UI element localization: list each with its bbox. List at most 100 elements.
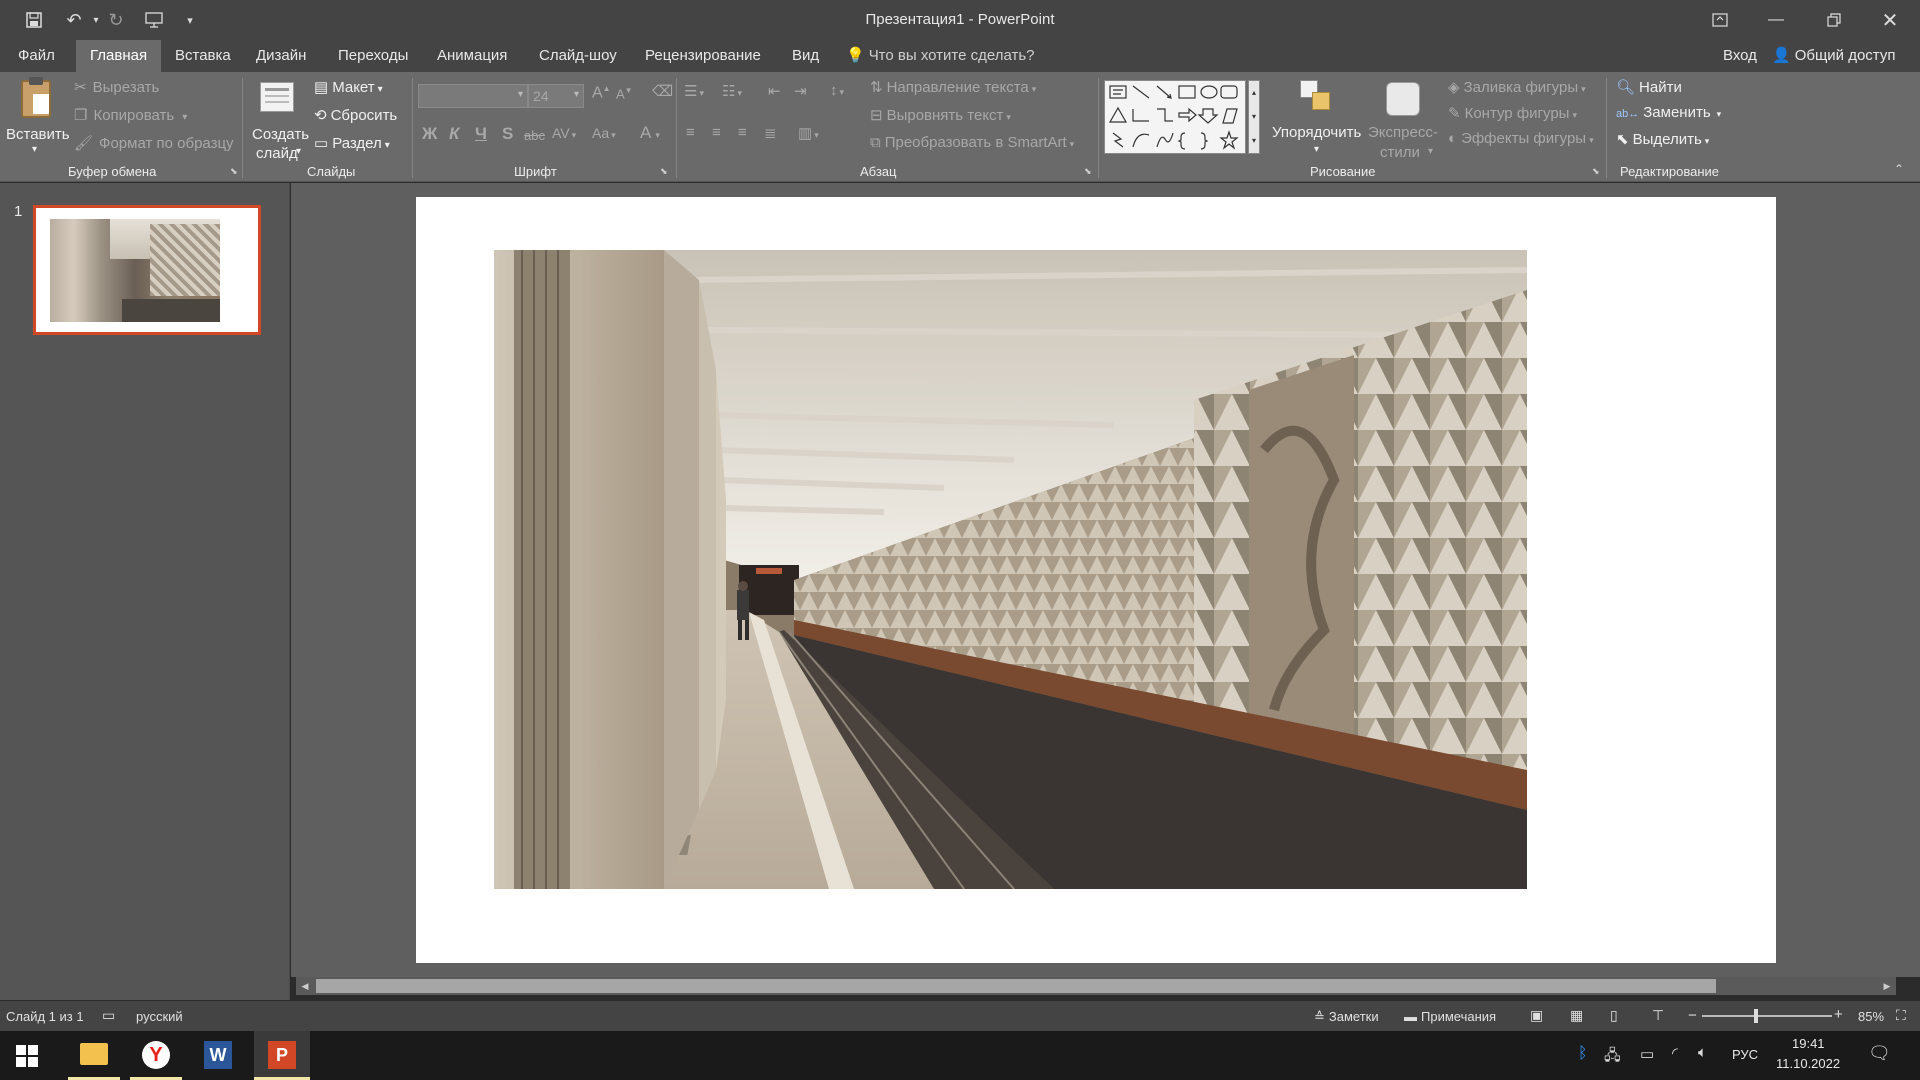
line-spacing-button[interactable]: ↕ ▾ (830, 82, 844, 99)
clock-time[interactable]: 19:41 (1792, 1036, 1825, 1051)
notifications-icon[interactable]: 🗨︎ (1868, 1043, 1891, 1064)
arrange-button[interactable]: Упорядочить ▾ (1268, 76, 1368, 166)
tab-slideshow[interactable]: Слайд-шоу (539, 40, 617, 72)
volume-icon[interactable]: 🔈︎ (1698, 1044, 1707, 1061)
cut-button[interactable]: ✂ Вырезать (74, 78, 159, 96)
reading-view-icon[interactable]: ▯ (1610, 1007, 1618, 1024)
slideshow-view-icon[interactable]: ⊤ (1652, 1007, 1664, 1024)
horizontal-scrollbar[interactable]: ◀ ▶ (296, 977, 1896, 995)
input-language[interactable]: РУС (1732, 1047, 1758, 1062)
scroll-right-icon[interactable]: ▶ (1878, 977, 1896, 995)
section-button[interactable]: ▭ Раздел ▾ (314, 134, 390, 152)
share-button[interactable]: 👤 Общий доступ (1772, 40, 1895, 72)
spellcheck-icon[interactable]: ▭ (102, 1007, 115, 1024)
shape-fill-button[interactable]: ◈ Заливка фигуры ▾ (1448, 78, 1586, 96)
shapes-gallery-scroll[interactable]: ▴ ▾ ▾ (1248, 80, 1260, 154)
signin-link[interactable]: Вход (1723, 40, 1757, 72)
decrease-indent-icon[interactable]: ⇤ (768, 82, 781, 100)
tab-review[interactable]: Рецензирование (645, 40, 761, 72)
windows-start-icon[interactable] (16, 1045, 38, 1072)
restore-icon[interactable] (1806, 0, 1862, 40)
replace-button[interactable]: ab↔ Заменить ▾ (1616, 104, 1721, 121)
find-button[interactable]: 🔍︎ Найти (1616, 78, 1682, 96)
fit-slide-icon[interactable]: ⛶ (1896, 1007, 1906, 1024)
tab-file[interactable]: Файл (18, 40, 55, 72)
wifi-icon[interactable]: ◜ (1672, 1044, 1678, 1062)
font-color-button[interactable]: A ▾ (640, 123, 660, 143)
select-button[interactable]: ⬉ Выделить ▾ (1616, 130, 1709, 148)
file-explorer-taskbar[interactable] (68, 1031, 120, 1080)
underline-button[interactable]: Ч (475, 124, 487, 144)
font-size-combobox[interactable]: 24 ▾ (528, 84, 584, 108)
zoom-in-icon[interactable]: + (1834, 1006, 1843, 1023)
tab-animations[interactable]: Анимация (437, 40, 507, 72)
char-spacing-button[interactable]: AV ▾ (552, 125, 576, 141)
layout-button[interactable]: ▤ Макет ▾ (314, 78, 383, 96)
notes-button[interactable]: ≙ Заметки (1314, 1009, 1379, 1025)
bullets-button[interactable]: ☰ ▾ (684, 82, 704, 100)
shape-effects-button[interactable]: ◐ Эффекты фигуры ▾ (1448, 130, 1594, 147)
font-launcher-icon[interactable]: ⬊ (660, 166, 668, 177)
align-text-button[interactable]: ⊟ Выровнять текст ▾ (870, 106, 1011, 124)
slide-thumbnail-1[interactable] (33, 205, 261, 335)
change-case-button[interactable]: Aa ▾ (592, 125, 616, 141)
copy-button[interactable]: ❐ Копировать ▾ (74, 106, 187, 124)
slide-sorter-icon[interactable]: ▦ (1570, 1007, 1583, 1024)
metro-station-photo[interactable] (494, 250, 1527, 889)
clock-date[interactable]: 11.10.2022 (1776, 1056, 1840, 1071)
grow-font-button[interactable]: A▲ (592, 84, 611, 102)
drawing-launcher-icon[interactable]: ⬊ (1592, 166, 1600, 177)
battery-icon[interactable]: ▭ (1640, 1045, 1654, 1063)
bluetooth-icon[interactable]: ᛒ (1578, 1045, 1588, 1063)
language-status[interactable]: русский (136, 1009, 183, 1024)
tell-me-search[interactable]: 💡 Что вы хотите сделать? (846, 40, 1035, 72)
powerpoint-taskbar[interactable]: P (254, 1031, 310, 1080)
shrink-font-button[interactable]: A▼ (616, 86, 633, 101)
zoom-slider[interactable] (1702, 1009, 1832, 1023)
bold-button[interactable]: Ж (422, 124, 437, 144)
clear-formatting-icon[interactable]: ⌫ (652, 82, 673, 100)
tab-design[interactable]: Дизайн (256, 40, 306, 72)
tab-home[interactable]: Главная (76, 40, 162, 72)
align-center-icon[interactable]: ≡ (712, 124, 721, 141)
scrollbar-thumb[interactable] (316, 979, 1716, 993)
paste-button[interactable]: Вставить ▾ (6, 77, 70, 158)
clipboard-launcher-icon[interactable]: ⬊ (230, 166, 238, 177)
tab-view[interactable]: Вид (792, 40, 819, 72)
shadow-button[interactable]: S (502, 124, 513, 144)
tab-insert[interactable]: Вставка (175, 40, 231, 72)
align-left-icon[interactable]: ≡ (686, 124, 695, 141)
quick-styles-button[interactable]: Экспресс- стили ▾ (1366, 76, 1442, 166)
smartart-button[interactable]: ⧉ Преобразовать в SmartArt ▾ (870, 134, 1074, 151)
new-slide-button[interactable]: Создать слайд ▾ (248, 78, 309, 162)
ribbon-display-icon[interactable] (1692, 0, 1748, 40)
italic-button[interactable]: К (449, 124, 459, 144)
justify-icon[interactable]: ≣ (764, 124, 777, 142)
align-right-icon[interactable]: ≡ (738, 124, 747, 141)
tab-transitions[interactable]: Переходы (338, 40, 408, 72)
collapse-ribbon-icon[interactable]: ⌃ (1894, 162, 1904, 176)
format-painter-button[interactable]: 🖌 Формат по образцу (74, 134, 234, 152)
current-slide[interactable] (416, 197, 1776, 963)
shape-outline-button[interactable]: ✎ Контур фигуры ▾ (1448, 104, 1577, 122)
columns-button[interactable]: ▥ ▾ (798, 124, 819, 142)
zoom-level[interactable]: 85% (1858, 1009, 1884, 1024)
normal-view-icon[interactable]: ▣ (1530, 1007, 1543, 1024)
text-direction-button[interactable]: ⇅ Направление текста ▾ (870, 78, 1036, 96)
word-taskbar[interactable]: W (192, 1031, 244, 1080)
minimize-icon[interactable]: — (1748, 0, 1804, 40)
comments-button[interactable]: ▬ Примечания (1404, 1009, 1496, 1024)
numbering-button[interactable]: ☷ ▾ (722, 82, 742, 100)
shapes-gallery[interactable] (1104, 80, 1246, 154)
network-adapter-icon[interactable]: 🖧 (1604, 1045, 1621, 1070)
yandex-browser-taskbar[interactable]: Y (130, 1031, 182, 1080)
scroll-left-icon[interactable]: ◀ (296, 977, 314, 995)
close-icon[interactable]: ✕ (1862, 0, 1918, 40)
paragraph-launcher-icon[interactable]: ⬊ (1084, 166, 1092, 177)
font-name-combobox[interactable]: ▾ (418, 84, 528, 108)
reset-button[interactable]: ⟲ Сбросить (314, 106, 397, 124)
increase-indent-icon[interactable]: ⇥ (794, 82, 807, 100)
zoom-out-icon[interactable]: − (1688, 1007, 1697, 1024)
strikethrough-button[interactable]: abc (524, 128, 545, 143)
zoom-slider-thumb[interactable] (1754, 1009, 1758, 1023)
